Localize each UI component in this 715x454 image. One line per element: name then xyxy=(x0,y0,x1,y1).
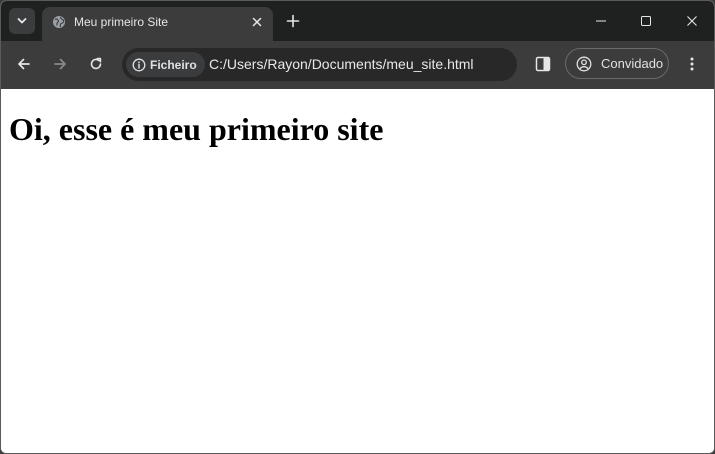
minimize-button[interactable] xyxy=(591,11,611,31)
maximize-button[interactable] xyxy=(636,11,656,31)
security-chip-label: Ficheiro xyxy=(150,57,197,72)
close-tab-icon[interactable] xyxy=(250,15,264,29)
side-panel-icon[interactable] xyxy=(534,55,552,73)
browser-toolbar: Ficheiro C:/Users/Rayon/Documents/meu_si… xyxy=(1,41,714,89)
close-window-button[interactable] xyxy=(682,11,702,31)
page-content: Oi, esse é meu primeiro site xyxy=(1,89,714,453)
new-tab-icon[interactable] xyxy=(285,13,301,29)
browser-window: Meu primeiro Site Ficheiro C:/Users/Rayo… xyxy=(0,0,715,454)
arrow-right-icon xyxy=(54,58,66,70)
title-bar: Meu primeiro Site xyxy=(1,1,714,41)
info-icon xyxy=(132,58,146,71)
back-button[interactable] xyxy=(15,55,33,73)
tab-search-button[interactable] xyxy=(9,8,35,34)
forward-button[interactable] xyxy=(51,55,69,73)
maximize-icon xyxy=(641,16,651,26)
profile-button[interactable]: Convidado xyxy=(565,48,669,79)
page-heading: Oi, esse é meu primeiro site xyxy=(9,111,384,147)
address-bar[interactable]: Ficheiro C:/Users/Rayon/Documents/meu_si… xyxy=(122,48,517,81)
profile-label: Convidado xyxy=(601,56,664,71)
url-text[interactable]: C:/Users/Rayon/Documents/meu_site.html xyxy=(209,56,474,72)
close-icon xyxy=(687,16,697,26)
globe-icon xyxy=(53,16,65,28)
reload-button[interactable] xyxy=(87,55,105,73)
chevron-down-icon xyxy=(17,18,27,24)
account-icon xyxy=(576,56,592,72)
tab-title: Meu primeiro Site xyxy=(74,15,169,29)
reload-icon xyxy=(90,57,102,70)
site-info-chip[interactable]: Ficheiro xyxy=(126,52,205,77)
more-vertical-icon[interactable] xyxy=(683,55,701,73)
minimize-icon xyxy=(596,20,606,22)
tab-active[interactable]: Meu primeiro Site xyxy=(42,7,273,41)
arrow-left-icon xyxy=(18,58,30,70)
